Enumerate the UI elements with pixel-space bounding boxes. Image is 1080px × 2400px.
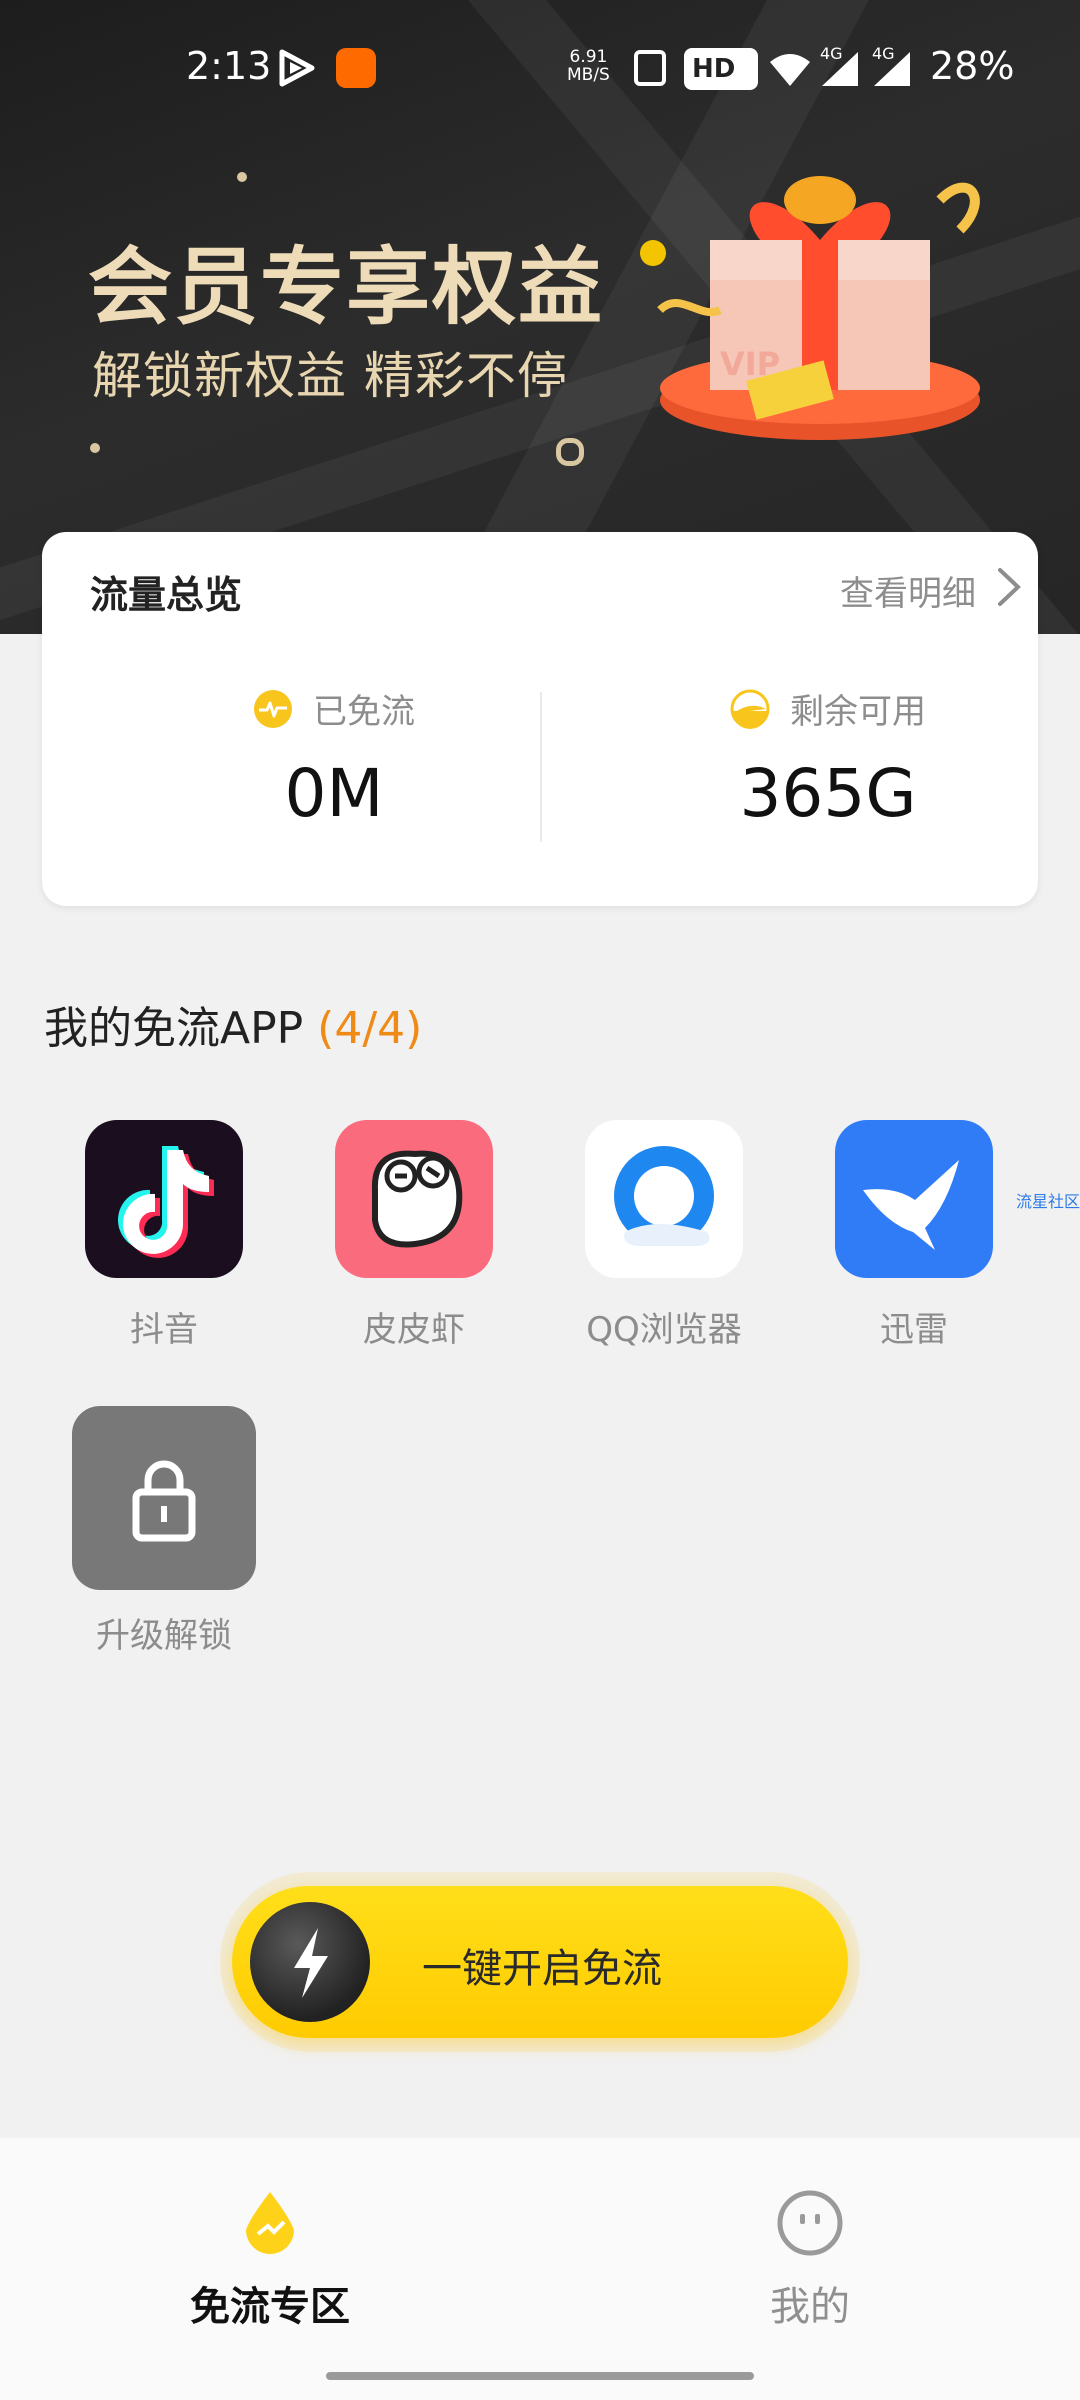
app-xunlei[interactable]: 迅雷: [814, 1120, 1014, 1351]
view-details-link[interactable]: 查看明细: [840, 566, 1021, 615]
card-title: 流量总览: [90, 573, 243, 617]
network-speed: 6.91 MB/S: [567, 47, 610, 85]
home-indicator[interactable]: [326, 2372, 754, 2380]
app-pipixia[interactable]: 皮皮虾: [314, 1120, 514, 1351]
profile-icon: [777, 2190, 843, 2256]
status-time: 2:13: [186, 44, 272, 88]
bottom-navigation: 免流专区 我的: [0, 2138, 1080, 2400]
view-details-label: 查看明细: [840, 574, 976, 614]
sparkle-decoration: [556, 438, 584, 466]
app-label: 皮皮虾: [363, 1310, 465, 1350]
traffic-overview-card: 流量总览 查看明细 已免流 0M 剩余可用 365G: [42, 532, 1038, 906]
half-gauge-icon: [730, 689, 770, 729]
lock-tile: [72, 1406, 256, 1590]
nav-item-free-zone[interactable]: 免流专区: [120, 2188, 420, 2332]
lock-icon: [132, 1460, 196, 1542]
cell-signal-2-icon: 4G: [870, 44, 914, 88]
nav-label-free-zone: 免流专区: [190, 2284, 350, 2330]
side-floating-tag[interactable]: 流星社区: [1016, 1188, 1080, 1212]
nav-label-profile: 我的: [770, 2284, 850, 2330]
lightning-icon: [250, 1902, 370, 2022]
play-app-icon: [279, 49, 315, 87]
upgrade-unlock-label: 升级解锁: [96, 1616, 232, 1656]
sparkle-decoration: [90, 443, 100, 453]
cell-signal-1-icon: 4G: [818, 44, 862, 88]
app-qq-browser[interactable]: QQ浏览器: [564, 1120, 764, 1351]
remaining-traffic-stat: 剩余可用 365G: [628, 684, 1028, 832]
mi-app-icon: [336, 48, 376, 88]
xunlei-icon: [835, 1120, 993, 1278]
hd-voice-icon: HD: [684, 48, 758, 90]
banner-title: 会员专享权益: [88, 238, 605, 336]
banner-subtitle: 解锁新权益 精彩不停: [92, 347, 568, 405]
one-click-enable-button[interactable]: 一键开启免流: [232, 1886, 848, 2038]
qq-browser-icon: [585, 1120, 743, 1278]
cta-label: 一键开启免流: [422, 1946, 662, 1992]
app-label: 抖音: [130, 1310, 198, 1350]
battery-level: 28%: [930, 44, 1015, 88]
used-traffic-stat: 已免流 0M: [134, 684, 534, 832]
free-apps-heading: 我的免流APP (4/4): [44, 1003, 423, 1054]
app-label: 迅雷: [880, 1310, 948, 1350]
status-bar: 2:13 6.91 MB/S HD 4G 4G 28%: [0, 0, 1080, 140]
pulse-icon: [254, 689, 292, 728]
douyin-icon: [85, 1120, 243, 1278]
sparkle-decoration: [237, 172, 247, 182]
gift-box-illustration: VIP: [657, 176, 980, 440]
upgrade-unlock-item[interactable]: 升级解锁: [64, 1406, 264, 1657]
used-value: 0M: [284, 755, 384, 832]
app-douyin[interactable]: 抖音: [64, 1120, 264, 1351]
pipixia-icon: [335, 1120, 493, 1278]
nfc-icon: [634, 50, 666, 86]
free-zone-icon: [246, 2192, 294, 2254]
free-apps-count: (4/4): [317, 1003, 423, 1054]
remaining-label: 剩余可用: [790, 692, 926, 732]
nav-item-profile[interactable]: 我的: [660, 2188, 960, 2332]
screen: 会员专享权益 解锁新权益 精彩不停 VIP 2:13 6.91 MB/S HD …: [0, 0, 1080, 2400]
remaining-value: 365G: [739, 755, 917, 832]
gift-vip-text: VIP: [720, 345, 780, 383]
used-label: 已免流: [313, 692, 415, 732]
stat-divider: [540, 692, 542, 842]
wifi-icon: [770, 54, 810, 86]
chevron-right-icon: [998, 568, 1021, 606]
app-label: QQ浏览器: [586, 1310, 742, 1350]
